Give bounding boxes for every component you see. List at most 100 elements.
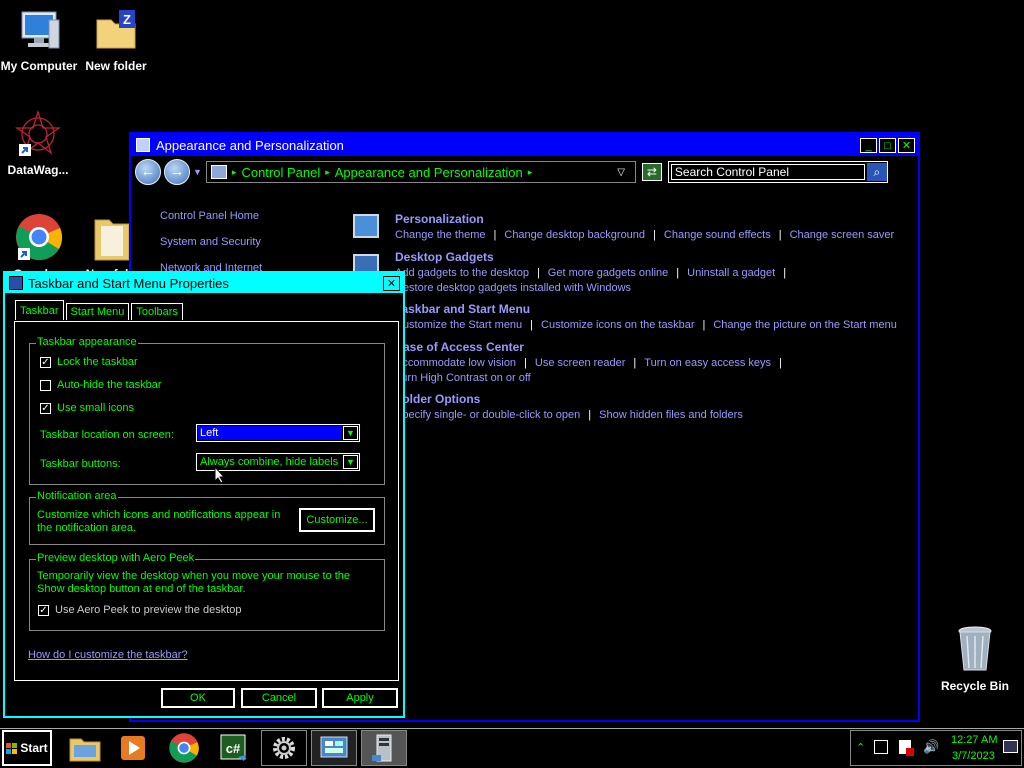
link-add-gadgets[interactable]: Add gadgets to the desktop [395, 267, 529, 279]
taskbar-chrome[interactable] [161, 730, 207, 766]
nav-system-and-security[interactable]: System and Security [160, 236, 262, 248]
category-personalization: Personalization Change the theme | Change … [353, 212, 895, 241]
customize-button[interactable]: Customize... [299, 508, 375, 532]
link-single-double-click[interactable]: Specify single- or double-click to open [395, 409, 580, 421]
link-get-more-gadgets[interactable]: Get more gadgets online [548, 267, 668, 279]
link-change-screen-saver[interactable]: Change screen saver [790, 229, 895, 241]
forward-button[interactable]: → [164, 159, 190, 185]
link-separator: | [524, 357, 527, 369]
category-folder-options: Folder Options Specify single- or double… [395, 392, 743, 421]
checkbox-checked-icon[interactable]: ✓ [38, 604, 49, 616]
lock-taskbar-checkbox[interactable]: ✓ Lock the taskbar [40, 356, 138, 368]
start-button[interactable]: Start [2, 730, 52, 766]
search-icon[interactable]: ⌕ [866, 163, 887, 181]
link-high-contrast[interactable]: Turn High Contrast on or off [395, 372, 531, 384]
back-button[interactable]: ← [135, 159, 161, 185]
taskbar-location-select[interactable]: Left ▼ [196, 424, 360, 442]
link-customize-taskbar-icons[interactable]: Customize icons on the taskbar [541, 319, 694, 331]
category-title[interactable]: Ease of Access Center [395, 340, 790, 354]
taskbar-control-panel[interactable] [311, 730, 357, 766]
link-change-start-menu-picture[interactable]: Change the picture on the Start menu [713, 319, 896, 331]
navigation-bar: ← → ▼ ▸ Control Panel ▸ Appearance and P… [131, 156, 918, 188]
checkbox-unchecked-icon[interactable] [40, 379, 51, 391]
cancel-button[interactable]: Cancel [241, 688, 317, 708]
desktop-icon-datawag[interactable]: DataWag... [0, 109, 78, 177]
taskbar-settings[interactable] [261, 730, 307, 766]
recent-pages-dropdown-icon[interactable]: ▼ [193, 167, 202, 177]
group-taskbar-appearance: Taskbar appearance ✓ Lock the taskbar Aut… [29, 336, 385, 485]
desktop-icon-recycle-bin[interactable]: Recycle Bin [935, 624, 1015, 693]
tab-start-menu[interactable]: Start Menu [65, 303, 130, 320]
checkbox-label: Use Aero Peek to preview the desktop [55, 604, 242, 616]
show-desktop-icon[interactable] [1003, 740, 1018, 753]
desktop-icon-my-computer[interactable]: My Computer [0, 8, 79, 73]
dialog-titlebar[interactable]: Taskbar and Start Menu Properties ✕ [5, 273, 403, 293]
link-use-screen-reader[interactable]: Use screen reader [535, 357, 626, 369]
link-separator: | [676, 267, 680, 279]
aero-peek-checkbox[interactable]: ✓ Use Aero Peek to preview the desktop [38, 604, 242, 616]
minimize-button[interactable]: _ [860, 137, 877, 153]
small-icons-checkbox[interactable]: ✓ Use small icons [40, 402, 134, 414]
category-title[interactable]: Taskbar and Start Menu [395, 302, 897, 316]
taskbar-properties-icon [372, 734, 392, 762]
action-center-flag-icon[interactable] [899, 740, 914, 756]
link-change-sound-effects[interactable]: Change sound effects [664, 229, 771, 241]
taskbar-taskbar-properties[interactable] [361, 730, 407, 766]
link-separator: | [530, 319, 534, 331]
taskbar-location-label: Taskbar location on screen: [40, 429, 174, 441]
link-easy-access-keys[interactable]: Turn on easy access keys [644, 357, 771, 369]
desktop-icon-label: New folder [85, 59, 147, 73]
file-explorer-icon [69, 738, 101, 762]
link-separator: | [536, 267, 540, 279]
link-restore-gadgets[interactable]: Restore desktop gadgets installed with W… [395, 282, 631, 294]
start-label: Start [20, 741, 48, 755]
link-separator: | [653, 229, 656, 241]
search-input[interactable]: Search Control Panel [670, 164, 865, 180]
datawag-icon [14, 109, 62, 156]
desktop-icon-new-folder[interactable]: Z New folder [76, 8, 156, 73]
clock-date[interactable]: 3/7/2023 [952, 750, 995, 762]
refresh-button[interactable]: ⇄ [641, 163, 662, 181]
chevron-down-icon[interactable]: ▼ [343, 455, 358, 469]
chevron-down-icon[interactable]: ▼ [343, 426, 358, 440]
clock-time[interactable]: 12:27 AM [951, 734, 997, 746]
control-panel-icon [320, 736, 348, 758]
apply-button[interactable]: Apply [322, 688, 398, 708]
network-icon[interactable] [874, 740, 888, 754]
select-value: Left [198, 426, 342, 440]
link-accommodate-low-vision[interactable]: Accommodate low vision [395, 357, 516, 369]
checkbox-checked-icon[interactable]: ✓ [40, 402, 51, 414]
checkbox-checked-icon[interactable]: ✓ [40, 356, 51, 368]
maximize-button[interactable]: □ [879, 137, 896, 153]
control-panel-titlebar[interactable]: Appearance and Personalization _ □ ✕ [131, 134, 918, 156]
link-change-desktop-background[interactable]: Change desktop background [504, 229, 645, 241]
link-show-hidden-files[interactable]: Show hidden files and folders [599, 409, 743, 421]
show-hidden-icons-icon[interactable]: ⌃ [856, 741, 865, 754]
taskbar-csharp[interactable]: c# [211, 730, 257, 766]
help-link[interactable]: How do I customize the taskbar? [28, 649, 188, 661]
link-change-theme[interactable]: Change the theme [395, 229, 486, 241]
taskbar-media-player[interactable] [110, 730, 156, 766]
breadcrumb-separator-icon: ▸ [527, 166, 533, 177]
breadcrumb-appearance[interactable]: Appearance and Personalization [335, 165, 523, 180]
breadcrumb-control-panel[interactable]: Control Panel [241, 165, 320, 180]
ok-button[interactable]: OK [161, 688, 235, 708]
address-dropdown-icon[interactable]: ▽ [617, 167, 625, 178]
aero-peek-description: Temporarily view the desktop when you mo… [37, 570, 351, 595]
category-title[interactable]: Personalization [395, 212, 894, 226]
address-bar[interactable]: ▸ Control Panel ▸ Appearance and Persona… [205, 161, 636, 183]
taskbar-explorer[interactable] [62, 730, 108, 766]
autohide-taskbar-checkbox[interactable]: Auto-hide the taskbar [40, 379, 162, 391]
search-box[interactable]: Search Control Panel ⌕ [667, 161, 888, 183]
dialog-close-button[interactable]: ✕ [383, 275, 400, 291]
link-uninstall-gadget[interactable]: Uninstall a gadget [687, 267, 775, 279]
link-customize-start-menu[interactable]: Customize the Start menu [395, 319, 522, 331]
tab-toolbars[interactable]: Toolbars [131, 303, 183, 320]
volume-icon[interactable]: 🔊 [923, 739, 939, 755]
link-separator: | [588, 409, 592, 421]
category-title[interactable]: Folder Options [395, 392, 743, 406]
close-button[interactable]: ✕ [898, 137, 915, 153]
nav-control-panel-home[interactable]: Control Panel Home [160, 210, 262, 222]
category-title[interactable]: Desktop Gadgets [395, 250, 794, 264]
tab-taskbar[interactable]: Taskbar [15, 300, 64, 320]
